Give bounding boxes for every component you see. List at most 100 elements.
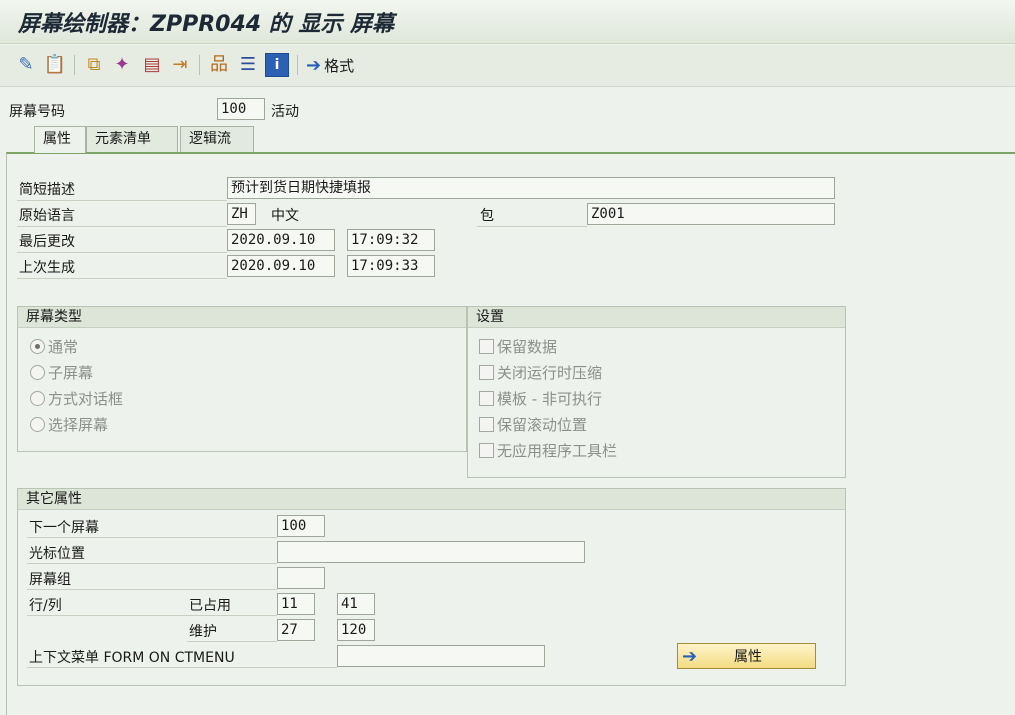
checkbox-hold-data-label: 保留数据 <box>497 338 558 356</box>
used-col-field[interactable]: 41 <box>337 593 375 615</box>
short-desc-field[interactable]: 预计到货日期快捷填报 <box>227 177 835 199</box>
tab-attributes[interactable]: 属性 <box>34 126 86 153</box>
row-underline <box>27 615 277 616</box>
other-attributes-header: 其它属性 <box>18 489 845 510</box>
checkbox-icon <box>479 391 494 406</box>
hierarchy-icon[interactable]: ⧉ <box>82 53 106 77</box>
settings-group: 设置 保留数据 关闭运行时压缩 模板 - 非可执行 保留滚动位置 无应用程序工具… <box>467 306 846 478</box>
maintenance-label: 维护 <box>189 624 217 640</box>
checkbox-icon <box>479 365 494 380</box>
magic-wand-icon[interactable]: ✦ <box>110 53 134 77</box>
row-underline <box>17 252 227 253</box>
title-bar: 屏幕绘制器：ZPPR044 的 显示 屏幕 <box>0 0 1015 44</box>
used-label: 已占用 <box>189 598 231 614</box>
info-icon[interactable]: i <box>265 53 289 77</box>
checkbox-icon <box>479 417 494 432</box>
context-menu-label: 上下文菜单 FORM ON CTMENU <box>29 650 235 666</box>
row-underline <box>477 226 587 227</box>
tab-attributes-label: 属性 <box>43 131 71 147</box>
radio-icon <box>30 417 45 432</box>
screen-type-header: 屏幕类型 <box>18 307 466 328</box>
row-underline <box>187 641 277 642</box>
screen-number-field[interactable]: 100 <box>217 98 265 120</box>
checkbox-hold-data[interactable]: 保留数据 <box>479 336 557 357</box>
row-underline <box>17 200 227 201</box>
last-changed-label: 最后更改 <box>19 234 75 250</box>
tab-element-list-label: 元素清单 <box>95 131 151 147</box>
screen-group-field[interactable] <box>277 567 325 589</box>
text-align-icon[interactable]: ☰ <box>236 53 260 77</box>
next-screen-field[interactable]: 100 <box>277 515 325 537</box>
radio-icon <box>30 391 45 406</box>
package-label: 包 <box>480 208 494 224</box>
screen-type-group: 屏幕类型 通常 子屏幕 方式对话框 选择屏幕 <box>17 306 467 452</box>
checkbox-icon <box>479 443 494 458</box>
radio-subscreen-label: 子屏幕 <box>48 364 94 382</box>
rowcol-label: 行/列 <box>29 598 62 614</box>
row-underline <box>27 667 337 668</box>
screen-number-label: 屏幕号码 <box>9 104 65 120</box>
arrow-right-icon: ➔ <box>682 645 698 667</box>
toolbar-separator <box>297 55 298 75</box>
application-toolbar: ✎ 📋 ⧉ ✦ ▤ ⇥ 品 ☰ i ➔ 格式 <box>0 45 1015 87</box>
checkbox-hold-scroll[interactable]: 保留滚动位置 <box>479 414 587 435</box>
layout-icon[interactable]: ▤ <box>140 53 164 77</box>
used-row-field[interactable]: 11 <box>277 593 315 615</box>
row-underline <box>27 589 277 590</box>
export-icon[interactable]: ⇥ <box>168 53 192 77</box>
last-generated-date-field[interactable]: 2020.09.10 <box>227 255 335 277</box>
arrow-right-icon: ➔ <box>306 54 322 76</box>
toolbar-separator <box>74 55 75 75</box>
last-generated-label: 上次生成 <box>19 260 75 276</box>
attributes-button-label: 属性 <box>734 649 763 665</box>
attributes-button[interactable]: ➔ 属性 <box>677 643 816 669</box>
format-button[interactable]: ➔ 格式 <box>306 53 354 77</box>
glasses-pencil-icon[interactable]: ✎ <box>14 53 38 77</box>
maint-col-field[interactable]: 120 <box>337 619 375 641</box>
row-underline <box>17 278 227 279</box>
radio-modal-dialog-label: 方式对话框 <box>48 390 124 408</box>
tab-element-list[interactable]: 元素清单 <box>86 126 178 152</box>
checkbox-icon <box>479 339 494 354</box>
radio-selected-icon <box>30 339 45 354</box>
toolbar-separator <box>199 55 200 75</box>
package-field[interactable]: Z001 <box>587 203 835 225</box>
radio-selection-screen[interactable]: 选择屏幕 <box>30 414 108 435</box>
format-button-label: 格式 <box>324 56 355 75</box>
paste-icon[interactable]: 📋 <box>43 53 67 77</box>
orig-lang-label: 原始语言 <box>19 208 75 224</box>
row-underline <box>27 563 277 564</box>
last-changed-date-field[interactable]: 2020.09.10 <box>227 229 335 251</box>
cursor-position-field[interactable] <box>277 541 585 563</box>
checkbox-template-label: 模板 - 非可执行 <box>497 390 602 408</box>
screen-group-label: 屏幕组 <box>29 572 71 588</box>
tree-icon[interactable]: 品 <box>207 53 231 77</box>
window-title: 屏幕绘制器：ZPPR044 的 显示 屏幕 <box>18 12 395 37</box>
orig-lang-code-field[interactable]: ZH <box>227 203 256 225</box>
context-menu-field[interactable] <box>337 645 545 667</box>
checkbox-switch-off-compression-label: 关闭运行时压缩 <box>497 364 603 382</box>
screen-status: 活动 <box>271 104 299 120</box>
orig-lang-name: 中文 <box>271 208 299 224</box>
settings-header: 设置 <box>468 307 845 328</box>
tab-flow-logic[interactable]: 逻辑流 <box>180 126 254 152</box>
row-underline <box>17 226 227 227</box>
radio-normal[interactable]: 通常 <box>30 336 78 357</box>
cursor-position-label: 光标位置 <box>29 546 85 562</box>
checkbox-template[interactable]: 模板 - 非可执行 <box>479 388 602 409</box>
row-underline <box>27 537 277 538</box>
radio-modal-dialog[interactable]: 方式对话框 <box>30 388 123 409</box>
tab-flow-logic-label: 逻辑流 <box>189 131 231 147</box>
next-screen-label: 下一个屏幕 <box>29 520 99 536</box>
last-changed-time-field[interactable]: 17:09:32 <box>347 229 435 251</box>
radio-icon <box>30 365 45 380</box>
checkbox-no-app-toolbar[interactable]: 无应用程序工具栏 <box>479 440 617 461</box>
radio-selection-screen-label: 选择屏幕 <box>48 416 109 434</box>
radio-subscreen[interactable]: 子屏幕 <box>30 362 93 383</box>
short-desc-label: 简短描述 <box>19 182 75 198</box>
checkbox-no-app-toolbar-label: 无应用程序工具栏 <box>497 442 618 460</box>
radio-normal-label: 通常 <box>48 338 79 356</box>
maint-row-field[interactable]: 27 <box>277 619 315 641</box>
last-generated-time-field[interactable]: 17:09:33 <box>347 255 435 277</box>
checkbox-switch-off-compression[interactable]: 关闭运行时压缩 <box>479 362 602 383</box>
